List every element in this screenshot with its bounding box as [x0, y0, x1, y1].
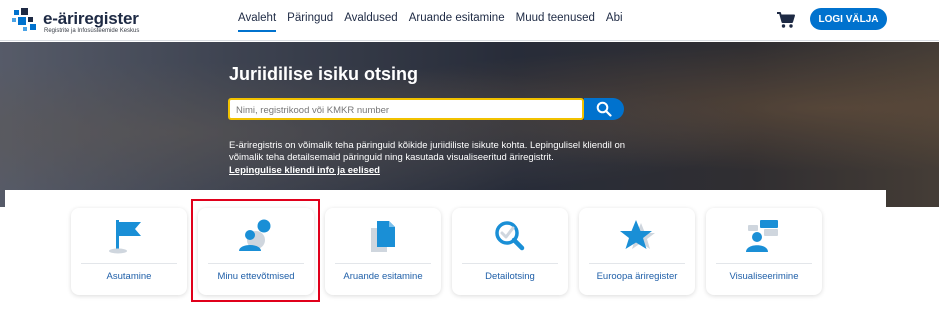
hero-description: E-äriregistris on võimalik teha päringui… [229, 140, 626, 163]
card-detailotsing[interactable]: Detailotsing [452, 208, 568, 295]
card-label: Euroopa äriregister [596, 271, 678, 282]
nav-item-avaleht[interactable]: Avaleht [238, 12, 277, 32]
documents-icon [371, 221, 395, 252]
search-icon [596, 101, 612, 117]
services-panel: Asutamine Minu ettevõtmised Aruande esit… [5, 190, 886, 309]
contract-client-info-link[interactable]: Lepingulise kliendi info ja eelised [229, 165, 380, 176]
header: e-äriregister Registrite ja Infosüsteemi… [0, 0, 939, 41]
card-divider [589, 263, 685, 264]
logo-mark-icon [12, 8, 40, 32]
magnifier-check-icon [495, 221, 525, 251]
flag-icon [109, 220, 141, 254]
logo[interactable]: e-äriregister Registrite ja Infosüsteemi… [12, 8, 152, 36]
hero-banner: Juriidilise isiku otsing E-äriregistris … [0, 42, 939, 207]
nav-item-avaldused[interactable]: Avaldused [344, 12, 398, 32]
logout-button[interactable]: LOGI VÄLJA [810, 8, 887, 30]
nav-item-abi[interactable]: Abi [606, 12, 623, 32]
card-visualiseerimine[interactable]: Visualiseerimine [706, 208, 822, 295]
card-minu-ettevotmised[interactable]: Minu ettevõtmised [198, 208, 314, 295]
card-aruande-esitamine[interactable]: Aruande esitamine [325, 208, 441, 295]
card-label: Minu ettevõtmised [217, 271, 295, 282]
search-button[interactable] [584, 98, 624, 120]
card-asutamine[interactable]: Asutamine [71, 208, 187, 295]
page-title: Juriidilise isiku otsing [229, 64, 419, 84]
card-divider [81, 263, 177, 264]
nav-item-paringud[interactable]: Päringud [287, 12, 333, 32]
user-chat-icon [746, 220, 778, 252]
nav-item-muud-teenused[interactable]: Muud teenused [516, 12, 595, 32]
card-divider [335, 263, 431, 264]
card-divider [716, 263, 812, 264]
search-input[interactable] [230, 101, 582, 120]
card-euroopa-ariregister[interactable]: Euroopa äriregister [579, 208, 695, 295]
logo-subtitle: Registrite ja Infosüsteemide Keskus [44, 28, 140, 34]
card-label: Detailotsing [485, 271, 535, 282]
user-bubble-icon [239, 219, 271, 251]
card-label: Visualiseerimine [729, 271, 799, 282]
nav-item-aruande-esitamine[interactable]: Aruande esitamine [409, 12, 505, 32]
logo-title: e-äriregister [43, 9, 139, 28]
star-icon [620, 220, 655, 249]
card-divider [462, 263, 558, 264]
hero-overlay [0, 42, 939, 207]
card-label: Aruande esitamine [343, 271, 423, 282]
search-field-wrapper [228, 98, 584, 120]
card-label: Asutamine [106, 271, 152, 282]
main-nav: Avaleht Päringud Avaldused Aruande esita… [238, 12, 634, 32]
cart-icon[interactable] [776, 11, 796, 29]
card-divider [208, 263, 304, 264]
